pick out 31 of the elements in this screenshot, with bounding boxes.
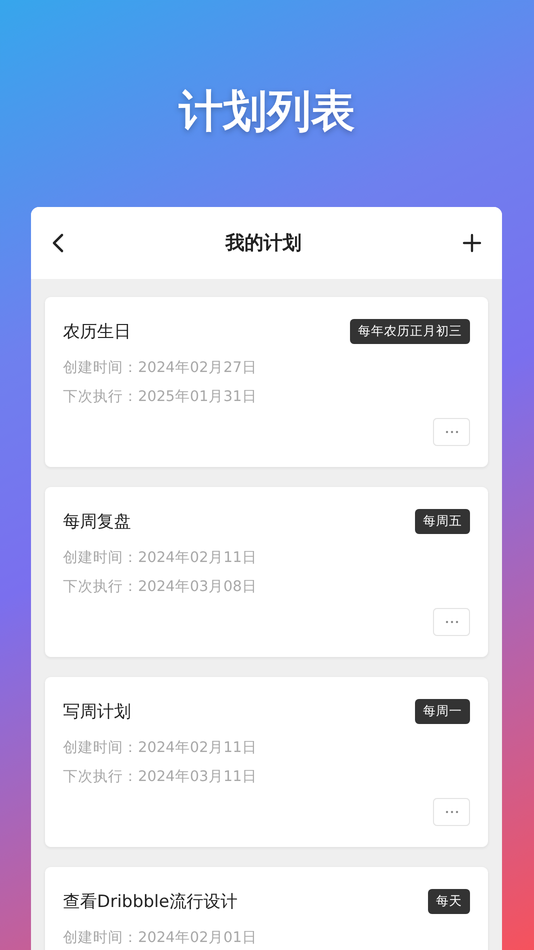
- plan-title: 每周复盘: [63, 511, 131, 533]
- created-time: 创建时间：2024年02月11日: [63, 549, 258, 568]
- repeat-tag: 每周五: [415, 509, 470, 534]
- more-icon: [444, 430, 458, 434]
- more-icon: [444, 810, 458, 814]
- plan-card[interactable]: 农历生日 每年农历正月初三 创建时间：2024年02月27日 下次执行：2025年01月31日: [45, 297, 488, 467]
- plan-card[interactable]: 每周复盘 每周五 创建时间：2024年02月11日 下次执行：2024年03月08日: [45, 487, 488, 657]
- plan-card[interactable]: 写周计划 每周一 创建时间：2024年02月11日 下次执行：2024年03月11日: [45, 677, 488, 847]
- back-icon: [51, 233, 65, 253]
- created-time: 创建时间：2024年02月01日: [63, 929, 258, 948]
- next-run-time: 下次执行：2024年03月08日: [63, 578, 258, 597]
- plan-title: 查看Dribbble流行设计: [63, 891, 238, 913]
- next-run-time: 下次执行：2025年01月31日: [63, 388, 258, 407]
- repeat-tag: 每天: [428, 889, 470, 914]
- more-button[interactable]: [433, 608, 470, 636]
- more-button[interactable]: [433, 418, 470, 446]
- back-button[interactable]: [51, 233, 65, 253]
- next-run-time: 下次执行：2024年03月11日: [63, 768, 258, 787]
- plan-title: 农历生日: [63, 321, 131, 343]
- created-time: 创建时间：2024年02月11日: [63, 739, 258, 758]
- plan-title: 写周计划: [63, 701, 131, 723]
- more-button[interactable]: [433, 798, 470, 826]
- header-title: 我的计划: [226, 231, 302, 256]
- plan-card[interactable]: 查看Dribbble流行设计 每天 创建时间：2024年02月01日: [45, 867, 488, 950]
- more-icon: [444, 620, 458, 624]
- repeat-tag: 每年农历正月初三: [350, 319, 470, 344]
- created-time: 创建时间：2024年02月27日: [63, 359, 258, 378]
- add-button[interactable]: [462, 233, 482, 253]
- page-title: 计划列表: [178, 85, 356, 139]
- repeat-tag: 每周一: [415, 699, 470, 724]
- plus-icon: [462, 233, 482, 253]
